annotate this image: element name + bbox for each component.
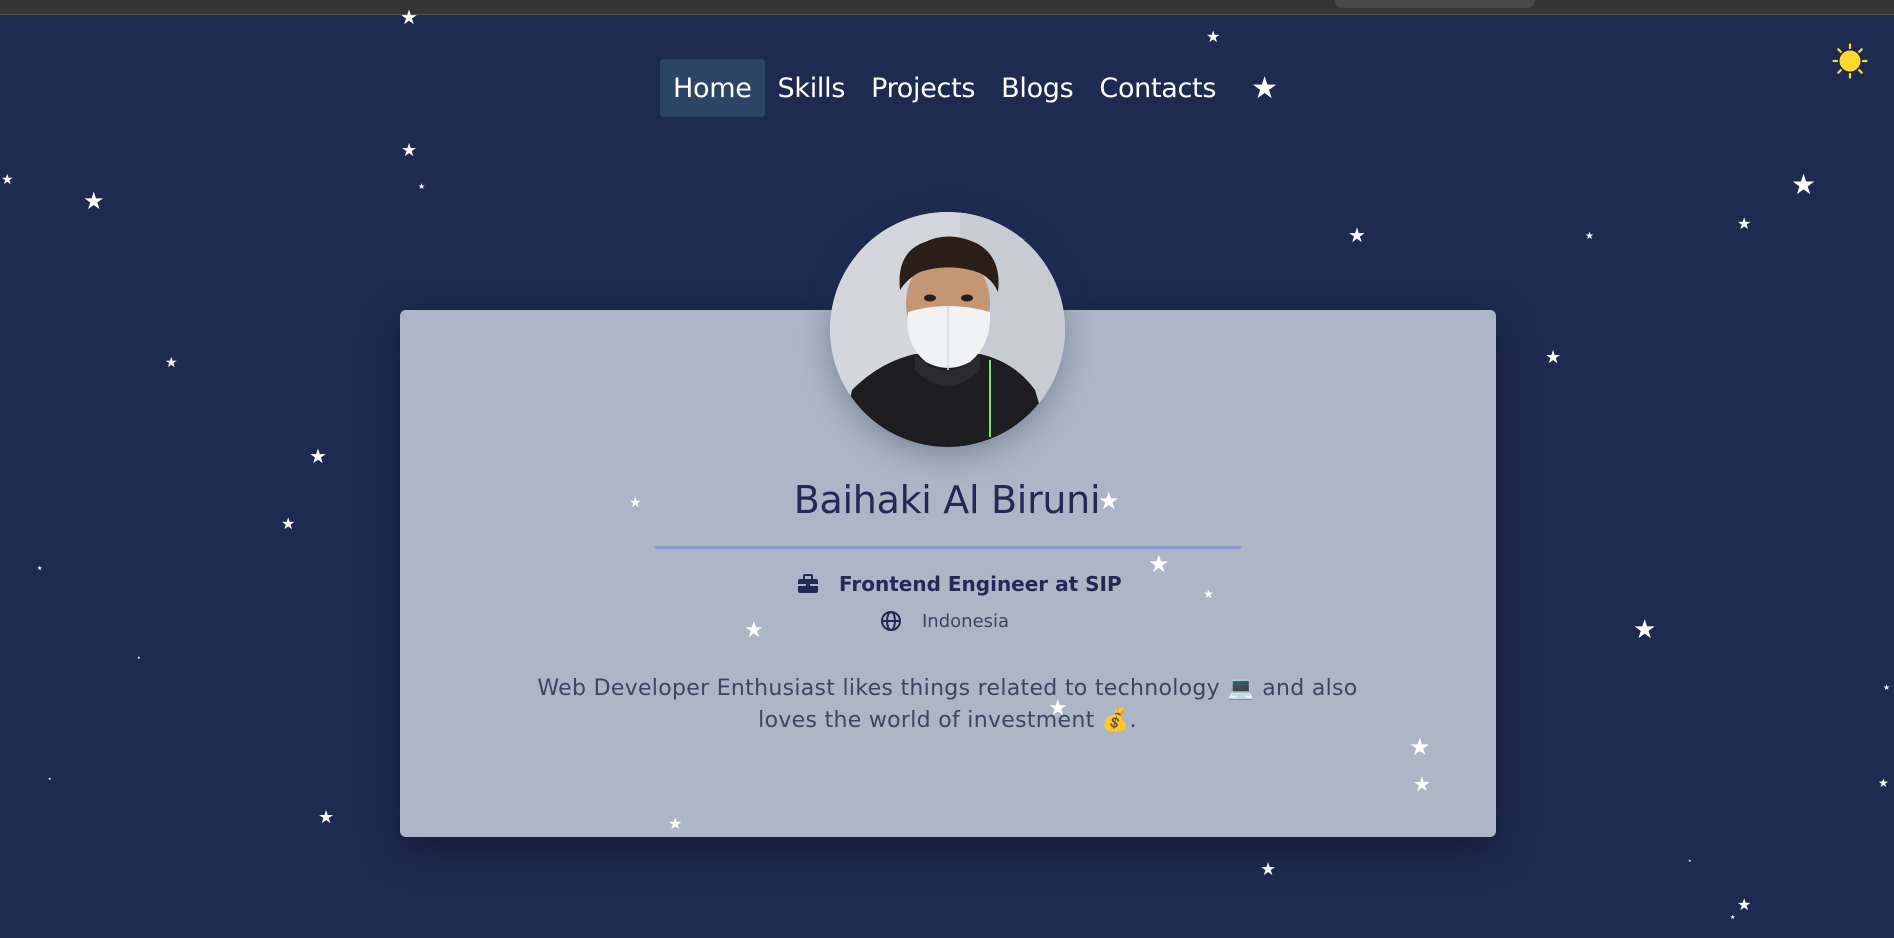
star-decoration: ★ [83,187,105,215]
main-nav: Home Skills Projects Blogs Contacts ★ [660,59,1278,117]
star-decoration: ★ [1730,914,1736,921]
profile-avatar [830,212,1065,447]
location-text: Indonesia [922,610,1010,632]
star-decoration: ★ [1413,772,1431,796]
profile-photo [830,212,1065,447]
star-decoration: ★ [744,618,764,643]
nav-projects[interactable]: Projects [858,59,988,117]
star-decoration: ★ [629,495,642,511]
briefcase-icon [798,574,818,593]
star-decoration: ★ [1633,615,1657,645]
nav-home[interactable]: Home [660,59,765,117]
bio-line-2: loves the world of investment 💰. [758,708,1137,733]
star-decoration: ★ [668,814,683,833]
star-decoration: ★ [1737,895,1752,914]
star-decoration: ★ [309,444,327,468]
star-decoration: ★ [1737,214,1752,233]
star-decoration: ★ [1878,776,1889,790]
job-row: Frontend Engineer at SIP [797,570,1122,598]
star-decoration: ★ [1688,858,1692,863]
browser-tab-pill [1335,0,1535,8]
star-icon[interactable]: ★ [1251,71,1278,106]
star-decoration: ★ [1409,733,1431,761]
star-decoration: ★ [48,776,52,781]
job-title: Frontend Engineer at SIP [839,572,1122,596]
star-decoration: ★ [1048,696,1068,721]
star-decoration: ★ [1883,683,1891,692]
star-decoration: ★ [1791,168,1817,201]
star-decoration: ★ [418,182,426,191]
browser-top-bar [0,0,1894,15]
nav-skills[interactable]: Skills [765,59,859,117]
star-decoration: ★ [1,172,14,188]
sun-icon[interactable] [1832,43,1868,79]
star-decoration: ★ [1348,223,1366,247]
globe-icon [881,611,901,631]
star-decoration: ★ [1585,231,1594,242]
nav-contacts[interactable]: Contacts [1086,59,1229,117]
star-decoration: ★ [1206,27,1221,46]
bio-text: Web Developer Enthusiast likes things re… [470,673,1425,737]
bio-line-1: Web Developer Enthusiast likes things re… [537,676,1358,701]
star-decoration: ★ [1260,859,1277,880]
nav-blogs[interactable]: Blogs [988,59,1086,117]
star-decoration: ★ [1098,487,1120,515]
name-divider [654,546,1242,549]
star-decoration: ★ [1545,347,1562,368]
location-row: Indonesia [880,608,1009,634]
star-decoration: ★ [165,355,178,371]
star-decoration: ★ [1148,550,1170,578]
star-decoration: ★ [318,807,335,828]
profile-name: Baihaki Al Biruni [793,478,1101,522]
star-decoration: ★ [1203,587,1214,601]
star-decoration: ★ [400,5,418,29]
star-decoration: ★ [37,565,43,572]
star-decoration: ★ [137,655,141,660]
star-decoration: ★ [401,140,418,161]
